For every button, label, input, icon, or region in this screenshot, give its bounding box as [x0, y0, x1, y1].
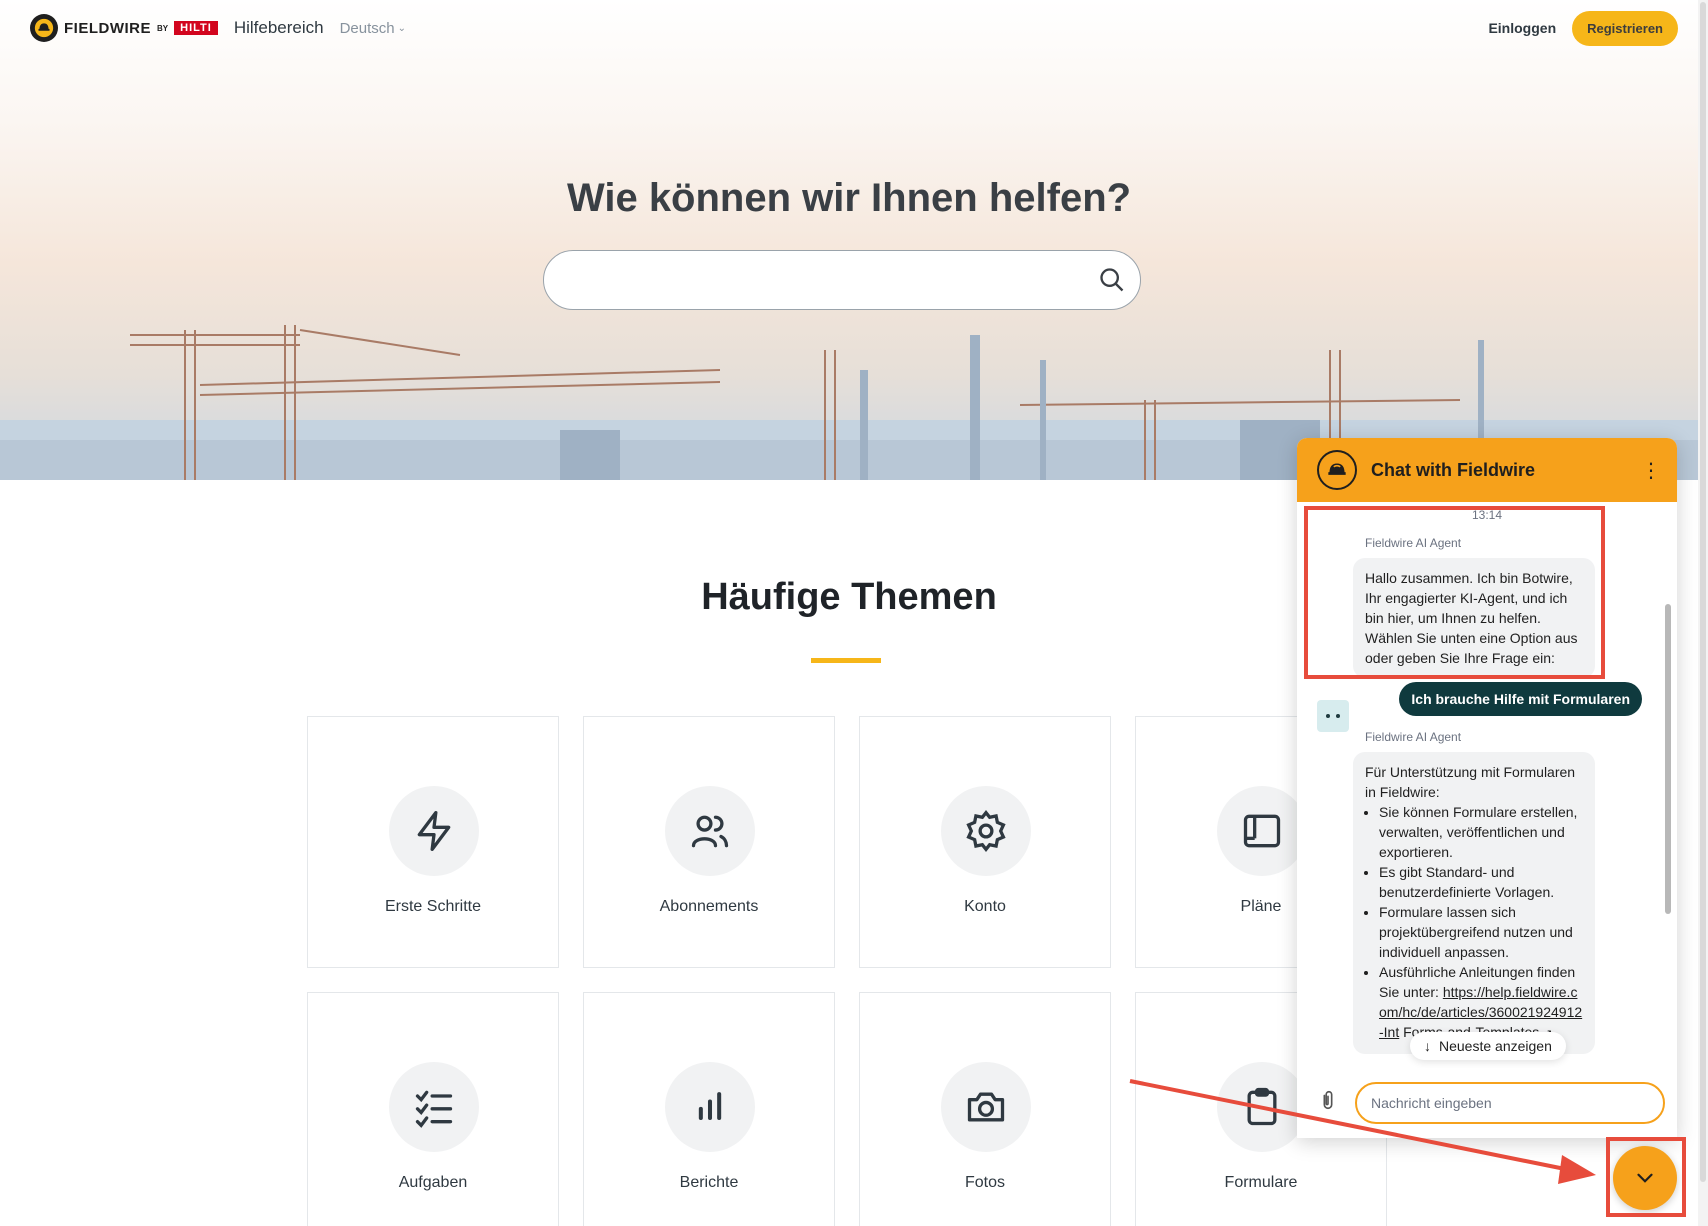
show-newest-button[interactable]: ↓ Neueste anzeigen	[1410, 1032, 1566, 1060]
search-input[interactable]	[543, 250, 1141, 310]
topic-card-fotos[interactable]: Fotos	[859, 992, 1111, 1226]
login-link[interactable]: Einloggen	[1488, 20, 1556, 36]
user-message: Ich brauche Hilfe mit Formularen	[1399, 682, 1642, 716]
section-underline	[811, 658, 881, 663]
gear-icon	[941, 786, 1031, 876]
chat-input-row	[1297, 1068, 1677, 1138]
reply-list: Sie können Formulare erstellen, verwalte…	[1365, 802, 1583, 1044]
reply-item: Formulare lassen sich projektübergreifen…	[1379, 902, 1583, 962]
card-label: Aufgaben	[398, 1174, 468, 1191]
sender-name: Fieldwire AI Agent	[1365, 730, 1462, 744]
card-label: Fotos	[964, 1174, 1005, 1191]
card-label: Konto	[964, 898, 1006, 915]
chat-title: Chat with Fieldwire	[1371, 459, 1536, 480]
topic-card-aufgaben[interactable]: Aufgaben	[307, 992, 559, 1226]
paperclip-icon[interactable]	[1317, 1087, 1343, 1119]
brand-name: FIELDWIRE	[64, 19, 151, 37]
chat-scrollbar[interactable]	[1665, 604, 1671, 914]
bot-avatar	[1317, 700, 1349, 732]
topic-card-abonnements[interactable]: Abonnements	[583, 716, 835, 968]
lightning-icon	[389, 786, 479, 876]
topic-card-berichte[interactable]: Berichte	[583, 992, 835, 1226]
more-options-icon[interactable]: ⋮	[1641, 458, 1661, 483]
register-button[interactable]: Registrieren	[1572, 10, 1678, 46]
topic-card-erste-schritte[interactable]: Erste Schritte	[307, 716, 559, 968]
reply-item: Es gibt Standard- und benutzerdefinierte…	[1379, 862, 1583, 902]
card-label: Erste Schritte	[384, 898, 482, 915]
hero-banner	[0, 0, 1698, 480]
card-label: Formulare	[1224, 1174, 1298, 1191]
annotation-highlight-box	[1606, 1137, 1686, 1217]
show-newest-label: Neueste anzeigen	[1439, 1038, 1552, 1054]
annotation-highlight-box	[1304, 506, 1605, 679]
clipboard-icon	[1217, 1062, 1307, 1152]
card-label: Berichte	[679, 1174, 739, 1191]
page-scrollbar-thumb[interactable]	[1700, 2, 1706, 1182]
bot-message: Für Unterstützung mit Formularen in Fiel…	[1353, 752, 1595, 1054]
site-header: FIELDWIRE BY HILTI Hilfebereich Deutsch …	[0, 0, 1708, 56]
message-input[interactable]	[1355, 1082, 1665, 1124]
arrow-down-icon: ↓	[1424, 1038, 1431, 1054]
language-selector[interactable]: Deutsch ⌄	[340, 20, 406, 37]
reply-intro: Für Unterstützung mit Formularen in Fiel…	[1365, 764, 1576, 800]
hilti-logo: HILTI	[174, 21, 218, 35]
checklist-icon	[389, 1062, 479, 1152]
chat-header: Chat with Fieldwire ⋮	[1297, 438, 1677, 502]
bar-chart-icon	[665, 1062, 755, 1152]
help-center-link[interactable]: Hilfebereich	[234, 18, 324, 38]
search-icon[interactable]	[1098, 266, 1126, 294]
reply-item: Sie können Formulare erstellen, verwalte…	[1379, 802, 1583, 862]
users-icon	[665, 786, 755, 876]
card-label: Abonnements	[659, 898, 759, 915]
topic-card-konto[interactable]: Konto	[859, 716, 1111, 968]
plans-icon	[1217, 786, 1307, 876]
language-label: Deutsch	[339, 19, 395, 37]
hero-title: Wie können wir Ihnen helfen?	[566, 176, 1132, 220]
fieldwire-logo-icon[interactable]	[30, 14, 58, 42]
camera-icon	[941, 1062, 1031, 1152]
page-scrollbar[interactable]	[1698, 0, 1708, 1226]
brand-by: BY	[157, 23, 169, 33]
chevron-down-icon: ⌄	[397, 22, 406, 34]
fieldwire-helmet-icon	[1317, 450, 1357, 490]
